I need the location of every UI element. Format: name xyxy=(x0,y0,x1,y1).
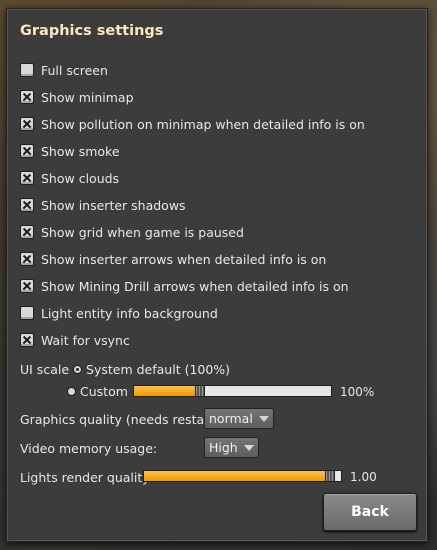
ui-scale-label: UI scale xyxy=(20,361,70,377)
checkbox-label: Show pollution on minimap when detailed … xyxy=(41,116,365,132)
checkbox[interactable] xyxy=(20,306,34,320)
checkbox-row[interactable]: Light entity info background xyxy=(20,304,218,322)
checkbox[interactable] xyxy=(20,225,34,239)
lights-quality-slider-handle[interactable] xyxy=(325,470,336,482)
ui-scale-custom-label: Custom xyxy=(80,383,128,399)
graphics-quality-dropdown[interactable]: normal xyxy=(204,408,274,429)
lights-quality-slider-fill xyxy=(144,471,336,481)
ui-scale-default-label: System default (100%) xyxy=(86,361,231,377)
checkbox[interactable] xyxy=(20,252,34,266)
graphics-quality-label: Graphics quality (needs restart): xyxy=(20,412,224,427)
video-memory-dropdown[interactable]: High xyxy=(204,437,259,458)
checkbox-label: Light entity info background xyxy=(41,305,218,321)
checkbox[interactable] xyxy=(20,198,34,212)
ui-scale-slider-handle[interactable] xyxy=(194,385,205,397)
checkbox-label: Full screen xyxy=(41,62,108,78)
checkbox-row[interactable]: Show smoke xyxy=(20,142,120,160)
ui-scale-default-radio[interactable] xyxy=(73,364,83,374)
checkbox-row[interactable]: Show inserter arrows when detailed info … xyxy=(20,250,326,268)
checkbox[interactable] xyxy=(20,171,34,185)
lights-quality-slider[interactable] xyxy=(143,470,342,482)
checkbox-row[interactable]: Show pollution on minimap when detailed … xyxy=(20,115,365,133)
checkbox-label: Show inserter arrows when detailed info … xyxy=(41,251,327,267)
checkbox[interactable] xyxy=(20,90,34,104)
checkbox-row[interactable]: Show Mining Drill arrows when detailed i… xyxy=(20,277,349,295)
chevron-down-icon xyxy=(258,415,269,422)
checkbox[interactable] xyxy=(20,117,34,131)
lights-quality-label: Lights render quality xyxy=(20,470,150,485)
checkbox-label: Show minimap xyxy=(41,89,134,105)
checkbox[interactable] xyxy=(20,279,34,293)
checkbox-label: Show grid when game is paused xyxy=(41,224,244,240)
checkbox-label: Show clouds xyxy=(41,170,120,186)
chevron-down-icon xyxy=(243,444,254,451)
video-memory-value: High xyxy=(209,440,238,455)
checkbox-label: Wait for vsync xyxy=(41,332,130,348)
checkbox-row[interactable]: Wait for vsync xyxy=(20,331,130,349)
checkbox-label: Show Mining Drill arrows when detailed i… xyxy=(41,278,349,294)
video-memory-label: Video memory usage: xyxy=(20,441,158,456)
checkbox-label: Show smoke xyxy=(41,143,120,159)
ui-scale-custom-row: Custom xyxy=(67,382,128,400)
graphics-settings-window: Graphics settings Full screen Show minima… xyxy=(6,8,428,542)
lights-quality-value: 1.00 xyxy=(350,470,377,484)
checkbox-row[interactable]: Show inserter shadows xyxy=(20,196,186,214)
ui-scale-custom-radio[interactable] xyxy=(67,386,76,396)
checkbox[interactable] xyxy=(20,63,34,77)
checkbox-row[interactable]: Full screen xyxy=(20,61,108,79)
graphics-quality-value: normal xyxy=(209,411,253,426)
checkbox-row[interactable]: Show minimap xyxy=(20,88,134,106)
checkbox-row[interactable]: Show clouds xyxy=(20,169,119,187)
checkbox[interactable] xyxy=(20,333,34,347)
window-title: Graphics settings xyxy=(20,23,164,39)
checkbox-row[interactable]: Show grid when game is paused xyxy=(20,223,244,241)
back-button[interactable]: Back xyxy=(323,493,417,531)
ui-scale-slider[interactable] xyxy=(133,385,332,397)
ui-scale-value: 100% xyxy=(340,385,375,399)
checkbox-label: Show inserter shadows xyxy=(41,197,186,213)
checkbox[interactable] xyxy=(20,144,34,158)
ui-scale-row: UI scale System default (100%) xyxy=(20,360,230,378)
